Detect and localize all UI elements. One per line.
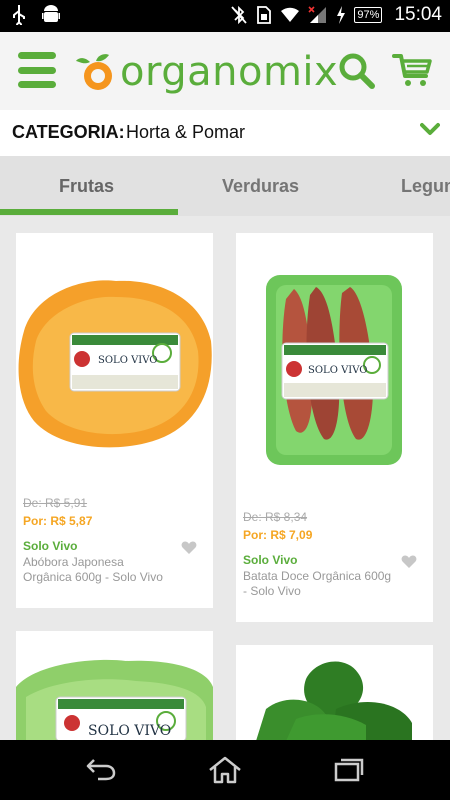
product-image: SOLO VIVO [18, 280, 212, 448]
app-header: organomix [0, 32, 450, 110]
home-icon[interactable] [208, 756, 242, 784]
usb-icon [13, 5, 25, 25]
signal-icon [308, 6, 327, 23]
search-icon [339, 53, 375, 89]
cart-icon [392, 54, 432, 86]
product-name: Abóbora Japonesa Orgânica 600g - Solo Vi… [23, 555, 163, 584]
product-card[interactable]: SOLO VIVO De: R$ 8,34 Por: R$ 7,09 Solo … [236, 233, 433, 622]
bluetooth-off-icon [231, 5, 248, 25]
heart-icon[interactable] [181, 541, 197, 555]
product-label-text: SOLO VIVO [308, 365, 367, 376]
active-tab-indicator [0, 209, 178, 215]
product-card[interactable]: SOLO VIVO De: R$ 5,91 Por: R$ 5,87 Solo … [16, 233, 213, 608]
logo-text: organomix [120, 49, 339, 95]
back-icon[interactable] [86, 756, 116, 782]
status-time: 15:04 [394, 4, 442, 25]
sim-icon [257, 6, 272, 24]
category-selector[interactable]: CATEGORIA: Horta & Pomar [0, 110, 450, 156]
recent-apps-icon[interactable] [334, 756, 364, 782]
tab-frutas[interactable]: Frutas [59, 176, 114, 197]
old-price: De: R$ 8,34 [243, 510, 308, 524]
chevron-down-icon[interactable] [420, 122, 440, 136]
product-image: SOLO VIVO [266, 275, 402, 465]
organomix-logo[interactable]: organomix [76, 49, 339, 95]
search-button[interactable] [338, 52, 376, 95]
wifi-icon [281, 7, 300, 22]
charging-icon [337, 6, 346, 24]
orange-leaf-logo-icon [76, 54, 112, 90]
menu-line-icon [18, 66, 56, 74]
tab-verduras[interactable]: Verduras [222, 176, 299, 197]
heart-icon[interactable] [401, 555, 417, 569]
current-price: Por: R$ 5,87 [23, 514, 93, 528]
product-image [256, 661, 412, 741]
status-bar: 97% 15:04 [0, 0, 450, 32]
product-label-text: SOLO VIVO [88, 723, 171, 739]
battery-indicator: 97% [354, 7, 383, 23]
menu-line-icon [18, 81, 56, 88]
product-brand: Solo Vivo [23, 539, 78, 553]
cart-button[interactable] [392, 52, 432, 93]
category-value: Horta & Pomar [126, 122, 246, 142]
system-nav-bar [0, 740, 450, 800]
category-label: CATEGORIA: [12, 122, 125, 142]
tab-legumes[interactable]: Legumes [401, 176, 450, 197]
android-icon [42, 5, 60, 22]
menu-button[interactable] [18, 52, 56, 88]
product-name: Batata Doce Orgânica 600g - Solo Vivo [243, 569, 392, 598]
menu-line-icon [18, 52, 56, 59]
old-price: De: R$ 5,91 [23, 496, 88, 510]
current-price: Por: R$ 7,09 [243, 528, 313, 542]
product-label-text: SOLO VIVO [98, 355, 157, 366]
product-brand: Solo Vivo [243, 553, 298, 567]
product-image: SOLO VIVO [16, 659, 213, 741]
category-tabs: Frutas Verduras Legumes [0, 156, 450, 216]
